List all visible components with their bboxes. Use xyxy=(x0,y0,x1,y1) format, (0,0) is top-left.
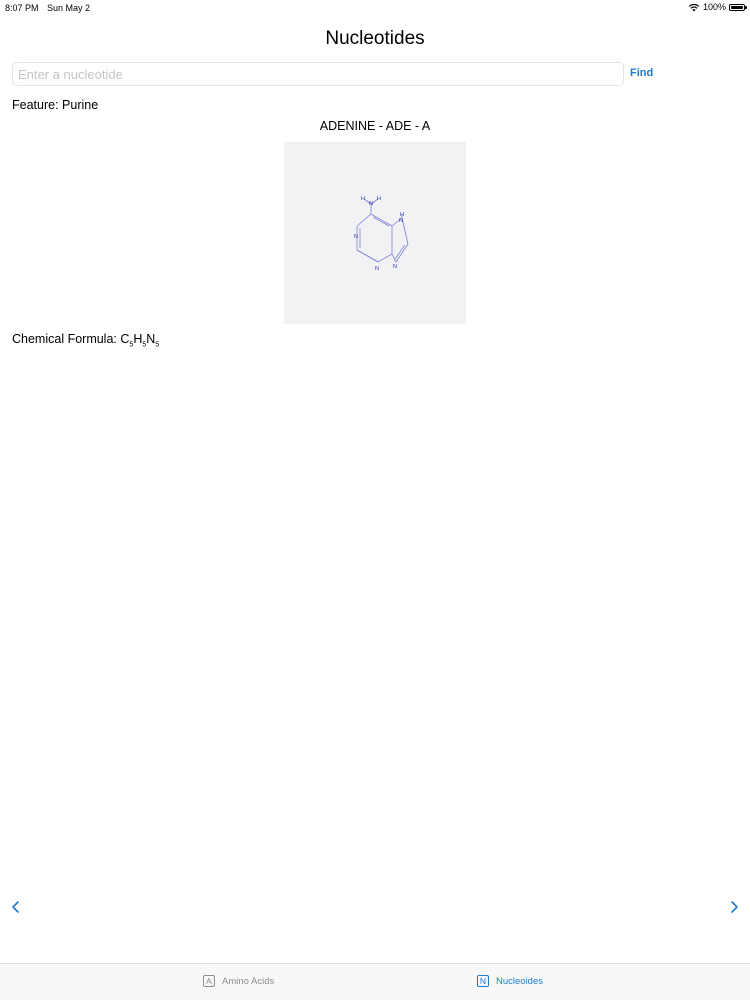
atom-label: H xyxy=(377,196,381,202)
atom-label: H xyxy=(361,196,365,202)
tab-amino-acids[interactable]: A Amino Acids xyxy=(203,975,274,987)
status-indicators: 100% xyxy=(688,2,747,12)
battery-percent: 100% xyxy=(702,2,726,12)
atom-label: N xyxy=(393,264,397,270)
status-time: 8:07 PM xyxy=(5,3,39,13)
atom-label: N xyxy=(375,266,379,272)
chevron-left-icon xyxy=(12,901,19,913)
tab-nucleoides[interactable]: N Nucleoides xyxy=(477,975,543,987)
tab-label: Amino Acids xyxy=(222,975,275,987)
battery-icon xyxy=(729,3,747,11)
amino-acids-icon: A xyxy=(203,975,215,987)
nucleoides-icon: N xyxy=(477,975,489,987)
structure-image: H H N H N N N N xyxy=(284,142,466,324)
atom-label: N xyxy=(369,201,373,207)
formula-count: 5 xyxy=(155,341,160,349)
formula-element: H xyxy=(133,332,143,346)
next-button[interactable] xyxy=(728,898,742,916)
search-input[interactable] xyxy=(12,62,624,86)
status-bar: 8:07 PM Sun May 2 100% xyxy=(0,0,750,16)
formula-label: Chemical Formula: xyxy=(12,332,121,346)
find-button[interactable]: Find xyxy=(630,67,653,79)
feature-label: Feature: Purine xyxy=(12,98,99,112)
chemical-formula: Chemical Formula: C5H5N5 xyxy=(12,332,159,349)
atom-label: N xyxy=(354,234,358,240)
adenine-structure-icon: H H N H N N N N xyxy=(354,196,409,272)
nucleotide-name: ADENINE - ADE - A xyxy=(319,119,431,133)
wifi-icon xyxy=(688,3,700,11)
atom-label: N xyxy=(399,218,403,224)
previous-button[interactable] xyxy=(9,898,23,916)
tab-label: Nucleoides xyxy=(496,975,543,987)
chevron-right-icon xyxy=(731,901,738,913)
formula-element: N xyxy=(146,332,156,346)
page-title: Nucleotides xyxy=(325,28,425,49)
tab-bar: A Amino Acids N Nucleoides xyxy=(0,963,750,1000)
status-date: Sun May 2 xyxy=(47,3,91,13)
